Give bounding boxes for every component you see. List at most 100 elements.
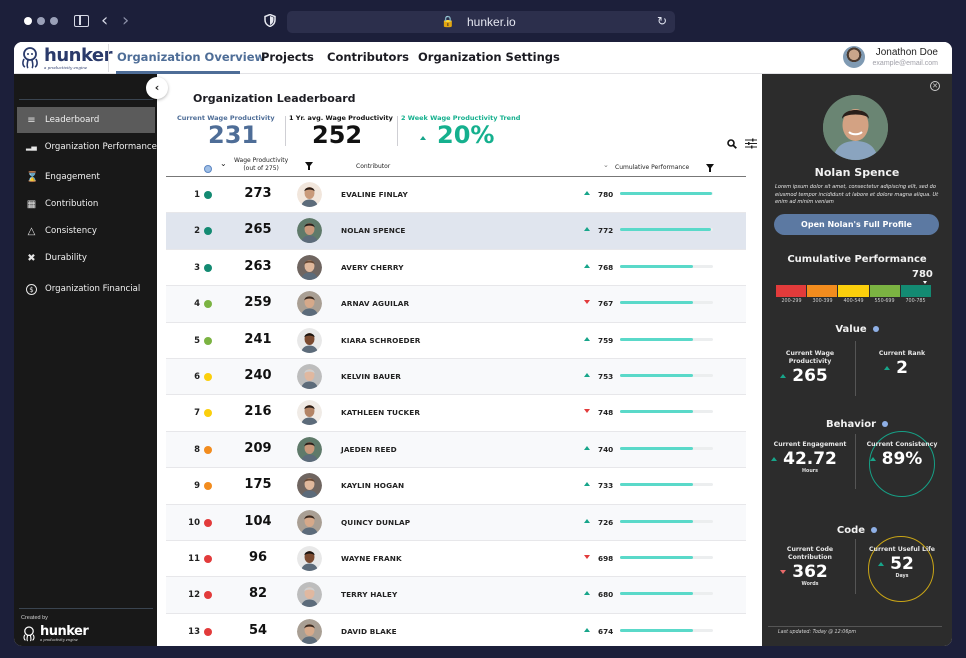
info-icon[interactable]	[871, 527, 878, 533]
info-icon[interactable]	[882, 421, 889, 427]
contributor-name[interactable]: TERRY HALEY	[341, 590, 397, 599]
wage-productivity-score: 209	[244, 440, 272, 456]
performance-bar-fill	[620, 264, 693, 268]
sidebar: ≡ Leaderboard ▂▄ Organization Performance ⌛ E…	[14, 74, 157, 646]
sidebar-item-leaderboard[interactable]: ≡ Leaderboard	[17, 107, 155, 133]
trend-up-icon	[584, 263, 590, 268]
trend-up-icon	[878, 562, 885, 566]
filter-settings-icon[interactable]	[745, 138, 757, 152]
sidebar-item-consistency[interactable]: △ Consistency	[17, 218, 155, 244]
close-panel-icon[interactable]: ✕	[930, 81, 940, 91]
maximize-window-button[interactable]	[50, 17, 58, 25]
filter-performance-icon[interactable]	[706, 164, 714, 172]
reload-icon[interactable]: ↻	[657, 14, 667, 28]
minimize-window-button[interactable]	[37, 17, 45, 25]
contributor-name[interactable]: DAVID BLAKE	[341, 627, 397, 636]
open-full-profile-button[interactable]: Open Nolan's Full Profile	[774, 214, 939, 235]
column-header-contributor[interactable]: Contributor	[356, 163, 390, 171]
contributor-name[interactable]: JAEDEN REED	[341, 445, 397, 454]
table-row[interactable]: 3 263 AVERY CHERRY 768	[166, 250, 746, 287]
contributor-name[interactable]: KAYLIN HOGAN	[341, 481, 404, 490]
sort-chevron-icon[interactable]: ⌄	[220, 160, 227, 168]
sidebar-item-organization-performance[interactable]: ▂▄ Organization Performance	[17, 134, 157, 160]
address-bar[interactable]: 🔒 hunker.io ↻	[287, 11, 675, 33]
scale-label: 200-299	[781, 299, 802, 304]
back-icon[interactable]: ‹	[101, 12, 108, 30]
forward-icon[interactable]: ›	[122, 12, 129, 30]
table-row[interactable]: 6 240 KELVIN BAUER 753	[166, 358, 746, 396]
metronome-icon: △	[27, 225, 36, 237]
table-row[interactable]: 4 259 ARNAV AGUILAR 767	[166, 286, 746, 323]
sidebar-item-organization-financial[interactable]: $ Organization Financial	[17, 276, 155, 302]
info-icon[interactable]	[204, 165, 212, 173]
stat-label: Current Rank	[878, 350, 926, 357]
tab-organization-settings[interactable]: Organization Settings	[418, 50, 560, 64]
cumulative-performance-value: 726	[598, 517, 614, 527]
performance-bar-fill	[620, 301, 693, 305]
sidebar-item-engagement[interactable]: ⌛ Engagement	[17, 164, 155, 190]
status-dot	[204, 227, 212, 236]
table-row[interactable]: 12 82 TERRY HALEY 680	[166, 577, 746, 614]
contributor-avatar	[823, 95, 888, 160]
sidebar-item-durability[interactable]: ✖ Durability	[17, 245, 155, 271]
logo-text: hunker	[44, 44, 113, 66]
scale-segment	[776, 285, 807, 297]
table-row[interactable]: 13 54 DAVID BLAKE 674	[166, 614, 746, 646]
close-window-button[interactable]	[24, 17, 32, 25]
contributor-name[interactable]: KIARA SCHROEDER	[341, 336, 421, 345]
tab-contributors[interactable]: Contributors	[327, 50, 409, 64]
hunker-logo[interactable]: hunker a productivity engine	[20, 44, 113, 70]
performance-bar-fill	[620, 373, 693, 377]
performance-bar	[620, 264, 713, 268]
trend-up-icon	[584, 518, 590, 523]
browser-chrome: ‹ › 🔒 hunker.io ↻	[0, 0, 966, 42]
url-text: hunker.io	[467, 15, 516, 29]
performance-bar	[620, 228, 713, 232]
contributor-name[interactable]: QUINCY DUNLAP	[341, 518, 410, 527]
user-name: Jonathon Doe	[875, 46, 938, 58]
contributor-avatar	[297, 436, 322, 462]
contributor-name[interactable]: KATHLEEN TUCKER	[341, 408, 420, 417]
column-header-performance[interactable]: Cumulative Performance	[615, 164, 689, 172]
performance-bar	[620, 519, 713, 523]
filter-wage-icon[interactable]	[305, 162, 313, 170]
table-row[interactable]: 8 209 JAEDEN REED 740	[166, 431, 746, 469]
info-icon[interactable]	[872, 326, 879, 332]
tab-organization-overview[interactable]: Organization Overview	[117, 50, 265, 64]
contributor-name[interactable]: KELVIN BAUER	[341, 372, 401, 381]
rank: 4	[194, 299, 200, 310]
scale-segment	[900, 285, 932, 297]
contributor-name[interactable]: NOLAN SPENCE	[341, 226, 406, 235]
table-row[interactable]: 1 273 EVALINE FINLAY 780	[166, 177, 746, 214]
tab-projects[interactable]: Projects	[261, 50, 314, 64]
table-row[interactable]: 5 241 KIARA SCHROEDER 759	[166, 323, 746, 359]
contributor-avatar	[297, 254, 322, 280]
collapse-sidebar-button[interactable]: ‹	[146, 77, 168, 99]
stat-unit: Days	[895, 574, 909, 579]
table-row[interactable]: 11 96 WAYNE FRANK 698	[166, 541, 746, 578]
sort-chevron-icon[interactable]: ⌄	[603, 161, 609, 170]
user-avatar	[842, 46, 865, 68]
sidebar-item-contribution[interactable]: ▦ Contribution	[17, 191, 155, 217]
search-icon[interactable]	[727, 138, 737, 152]
user-menu[interactable]: Jonathon Doe example@email.com	[842, 46, 938, 68]
scale-segment	[807, 285, 838, 297]
sidebar-item-label: Contribution	[45, 199, 99, 209]
contributor-name[interactable]: WAYNE FRANK	[341, 554, 402, 563]
sidebar-item-label: Consistency	[45, 226, 97, 236]
shield-icon[interactable]	[264, 13, 276, 30]
contributor-avatar	[297, 182, 322, 207]
wage-productivity-score: 82	[248, 586, 268, 602]
contributor-name[interactable]: ARNAV AGUILAR	[341, 299, 409, 308]
column-header-wage[interactable]: Wage Productivity (out of 275)	[234, 157, 288, 172]
table-row[interactable]: 9 175 KAYLIN HOGAN 733	[166, 468, 746, 505]
table-row[interactable]: 7 216 KATHLEEN TUCKER 748	[166, 395, 746, 432]
status-dot	[204, 191, 212, 199]
contributor-name[interactable]: AVERY CHERRY	[341, 263, 404, 272]
rank: 11	[188, 553, 200, 564]
table-row[interactable]: 10 104 QUINCY DUNLAP 726	[166, 504, 746, 541]
table-row[interactable]: 2 265 NOLAN SPENCE 772	[166, 213, 746, 250]
browser-sidebar-icon[interactable]	[74, 15, 89, 27]
contributor-name[interactable]: EVALINE FINLAY	[341, 190, 408, 199]
sidebar-item-label: Engagement	[45, 172, 100, 182]
